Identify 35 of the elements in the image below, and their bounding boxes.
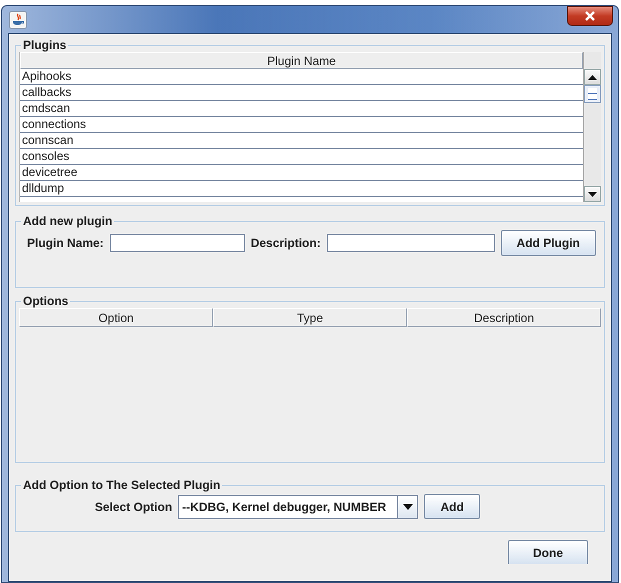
scroll-thumb[interactable]: [584, 85, 601, 103]
close-button[interactable]: [567, 6, 613, 26]
table-cell[interactable]: callbacks: [20, 85, 583, 101]
close-icon: [584, 10, 596, 20]
option-dropdown[interactable]: --KDBG, Kernel debugger, NUMBER: [178, 494, 418, 518]
scrollbar[interactable]: [583, 52, 601, 202]
table-cell[interactable]: devicetree: [20, 165, 583, 181]
add-button[interactable]: Add: [424, 494, 480, 519]
scroll-up-button[interactable]: [584, 69, 601, 85]
column-header[interactable]: Description: [407, 308, 601, 327]
group-title: Add new plugin: [22, 214, 114, 228]
add-plugin-button[interactable]: Add Plugin: [500, 230, 596, 256]
table-cell[interactable]: dlldump: [20, 181, 583, 197]
table-cell[interactable]: Apihooks: [20, 69, 583, 85]
java-cup-icon: [9, 10, 27, 28]
column-header[interactable]: Plugin Name: [20, 52, 583, 69]
table-cell[interactable]: cmdscan: [20, 101, 583, 117]
scroll-down-button[interactable]: [584, 186, 601, 202]
field-label: Description:: [250, 236, 321, 250]
table-cell[interactable]: connections: [20, 117, 583, 133]
plugin-name-field[interactable]: [110, 234, 245, 252]
up-arrow-icon: [588, 74, 597, 80]
field-label: Select Option: [94, 500, 172, 514]
dropdown-arrow-icon: [402, 504, 413, 510]
group-title: Options: [22, 294, 70, 308]
table-cell[interactable]: consoles: [20, 149, 583, 165]
column-header[interactable]: Option: [19, 308, 213, 327]
description-field[interactable]: [326, 234, 495, 252]
done-button[interactable]: Done: [508, 540, 588, 564]
down-arrow-icon: [588, 192, 597, 196]
field-label: Plugin Name:: [27, 236, 104, 250]
table-cell[interactable]: connscan: [20, 133, 583, 149]
group-title: Add Option to The Selected Plugin: [22, 478, 222, 492]
group-title: Plugins: [22, 38, 68, 52]
column-header[interactable]: Type: [213, 308, 407, 327]
